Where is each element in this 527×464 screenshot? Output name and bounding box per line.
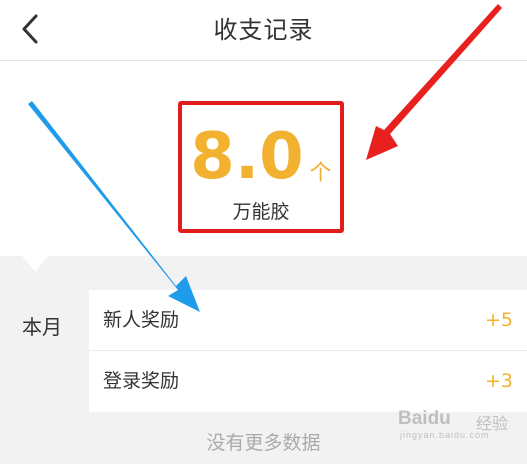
record-list: 新人奖励 +5 登录奖励 +3 (89, 290, 527, 412)
app-header: 收支记录 (0, 0, 527, 61)
record-row[interactable]: 登录奖励 +3 (89, 350, 527, 412)
balance-highlight-box: 8.0 个 万能胶 (178, 101, 344, 233)
record-name: 登录奖励 (103, 370, 180, 392)
record-value: +3 (484, 370, 513, 392)
summary-pointer (22, 256, 48, 272)
page-title: 收支记录 (213, 16, 314, 44)
balance-amount: 8.0 (190, 120, 304, 194)
record-row[interactable]: 新人奖励 +5 (89, 290, 527, 350)
period-label: 本月 (22, 315, 62, 339)
record-value: +5 (484, 309, 513, 331)
balance-summary: 8.0 个 万能胶 (0, 61, 527, 256)
currency-name: 万能胶 (232, 201, 290, 223)
balance-unit: 个 (309, 161, 332, 186)
record-name: 新人奖励 (103, 309, 180, 331)
no-more-data-text: 没有更多数据 (206, 432, 321, 454)
balance-amount-row: 8.0 个 (182, 119, 340, 189)
